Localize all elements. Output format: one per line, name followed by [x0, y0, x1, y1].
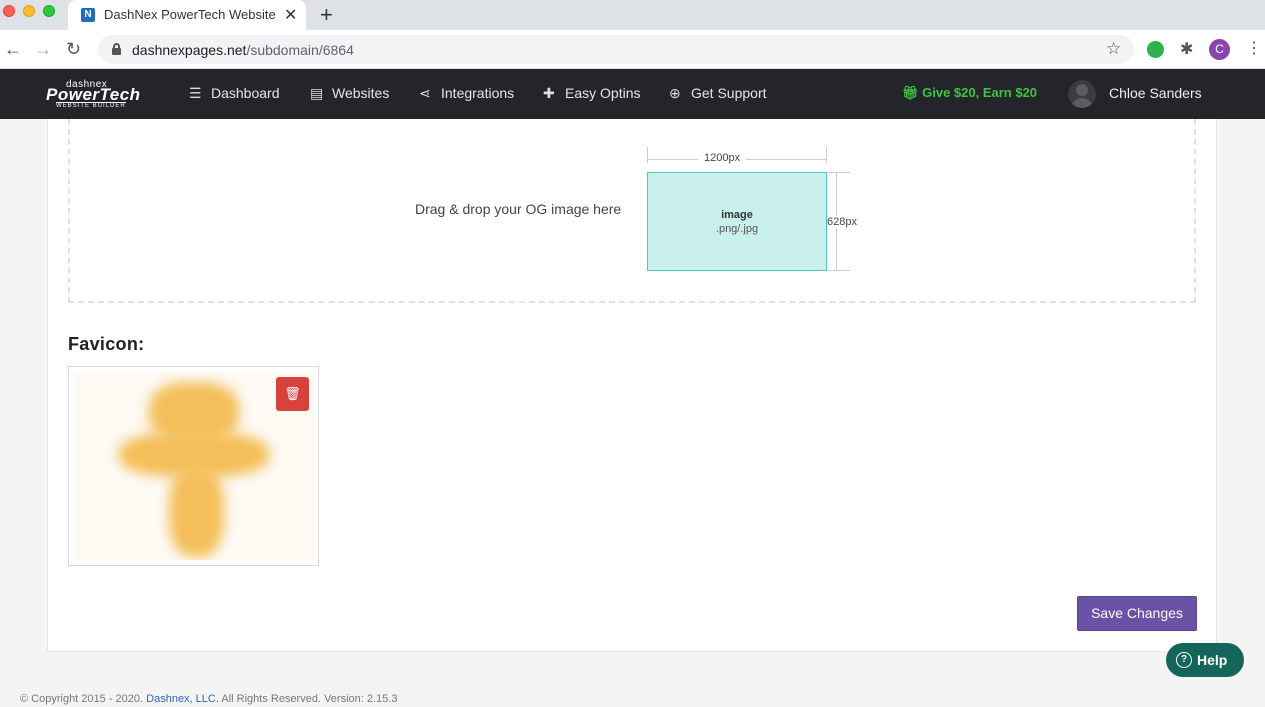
- logo-sub-text: WEBSITE BUILDER: [56, 102, 126, 109]
- placeholder-title: image: [721, 209, 753, 221]
- extension-icon[interactable]: [1147, 41, 1164, 58]
- nav-item-integrations[interactable]: ⋖ Integrations: [419, 85, 514, 102]
- forward-arrow-icon[interactable]: →: [34, 39, 52, 60]
- new-tab-button[interactable]: +: [320, 2, 333, 28]
- delete-favicon-button[interactable]: 🗑︎: [276, 377, 309, 411]
- close-window-button[interactable]: [3, 5, 15, 17]
- user-avatar[interactable]: [1068, 80, 1096, 108]
- lifebuoy-icon: ⊕: [669, 85, 681, 101]
- nav-item-dashboard[interactable]: ☰ Dashboard: [189, 85, 280, 102]
- referral-promo-link[interactable]: 🎁︎ Give $20, Earn $20: [902, 85, 1037, 101]
- book-icon: ▤: [310, 85, 324, 101]
- maximize-window-button[interactable]: [43, 5, 55, 17]
- rights-version-text: All Rights Reserved. Version: 2.15.3: [221, 693, 398, 705]
- browser-toolbar: ← → ↻ dashnexpages.net/subdomain/6864 ☆ …: [0, 30, 1265, 69]
- copyright-text: © Copyright 2015 - 2020.: [20, 693, 144, 705]
- address-bar[interactable]: dashnexpages.net/subdomain/6864 ☆: [98, 35, 1134, 64]
- gift-icon: 🎁︎: [902, 85, 923, 100]
- url-text[interactable]: dashnexpages.net/subdomain/6864: [132, 42, 354, 58]
- favicon-preview: 🗑︎: [68, 366, 319, 566]
- help-button[interactable]: ? Help: [1166, 643, 1244, 677]
- lock-icon[interactable]: [112, 43, 121, 55]
- kebab-menu-icon[interactable]: ⋮: [1246, 38, 1262, 58]
- reload-icon[interactable]: ↻: [66, 39, 81, 60]
- question-circle-icon: ?: [1176, 652, 1192, 668]
- company-link[interactable]: Dashnex, LLC.: [146, 693, 219, 705]
- width-label: 1200px: [698, 152, 747, 164]
- back-arrow-icon[interactable]: ←: [4, 39, 22, 60]
- profile-avatar[interactable]: C: [1209, 39, 1230, 60]
- tab-close-icon[interactable]: ✕: [284, 5, 297, 25]
- list-icon: ☰: [189, 85, 202, 101]
- help-label: Help: [1197, 652, 1228, 668]
- share-icon: ⋖: [419, 85, 431, 101]
- favicon-heading: Favicon:: [68, 334, 145, 354]
- settings-card: Drag & drop your OG image here 1200px im…: [47, 119, 1217, 652]
- save-changes-button[interactable]: Save Changes: [1077, 596, 1197, 631]
- tab-title: DashNex PowerTech Website B: [104, 7, 280, 22]
- logo[interactable]: dashnex PowerTech WEBSITE BUILDER: [46, 79, 140, 109]
- height-label: 628px: [827, 216, 857, 228]
- og-image-dropzone[interactable]: Drag & drop your OG image here 1200px im…: [68, 119, 1196, 303]
- app-navbar: dashnex PowerTech WEBSITE BUILDER ☰ Dashb…: [0, 69, 1265, 119]
- dropzone-instruction: Drag & drop your OG image here: [415, 201, 622, 217]
- nav-item-easy-optins[interactable]: ✚ Easy Optins: [543, 85, 640, 102]
- trash-icon: 🗑︎: [284, 386, 301, 401]
- minimize-window-button[interactable]: [23, 5, 35, 17]
- placeholder-subtitle: .png/.jpg: [715, 223, 759, 235]
- browser-tab-bar: N DashNex PowerTech Website B ✕ +: [0, 0, 1265, 30]
- bookmark-star-icon[interactable]: ☆: [1106, 39, 1121, 59]
- puzzle-icon[interactable]: ✱: [1180, 39, 1193, 59]
- nav-item-websites[interactable]: ▤ Websites: [310, 85, 389, 102]
- nav-item-get-support[interactable]: ⊕ Get Support: [669, 85, 767, 102]
- puzzle-icon: ✚: [543, 85, 555, 101]
- footer: © Copyright 2015 - 2020. Dashnex, LLC. A…: [20, 693, 397, 705]
- browser-tab[interactable]: N DashNex PowerTech Website B ✕: [68, 0, 306, 30]
- og-image-placeholder: image .png/.jpg: [647, 172, 827, 271]
- tab-favicon-icon: N: [81, 8, 95, 22]
- user-name[interactable]: Chloe Sanders: [1109, 85, 1202, 101]
